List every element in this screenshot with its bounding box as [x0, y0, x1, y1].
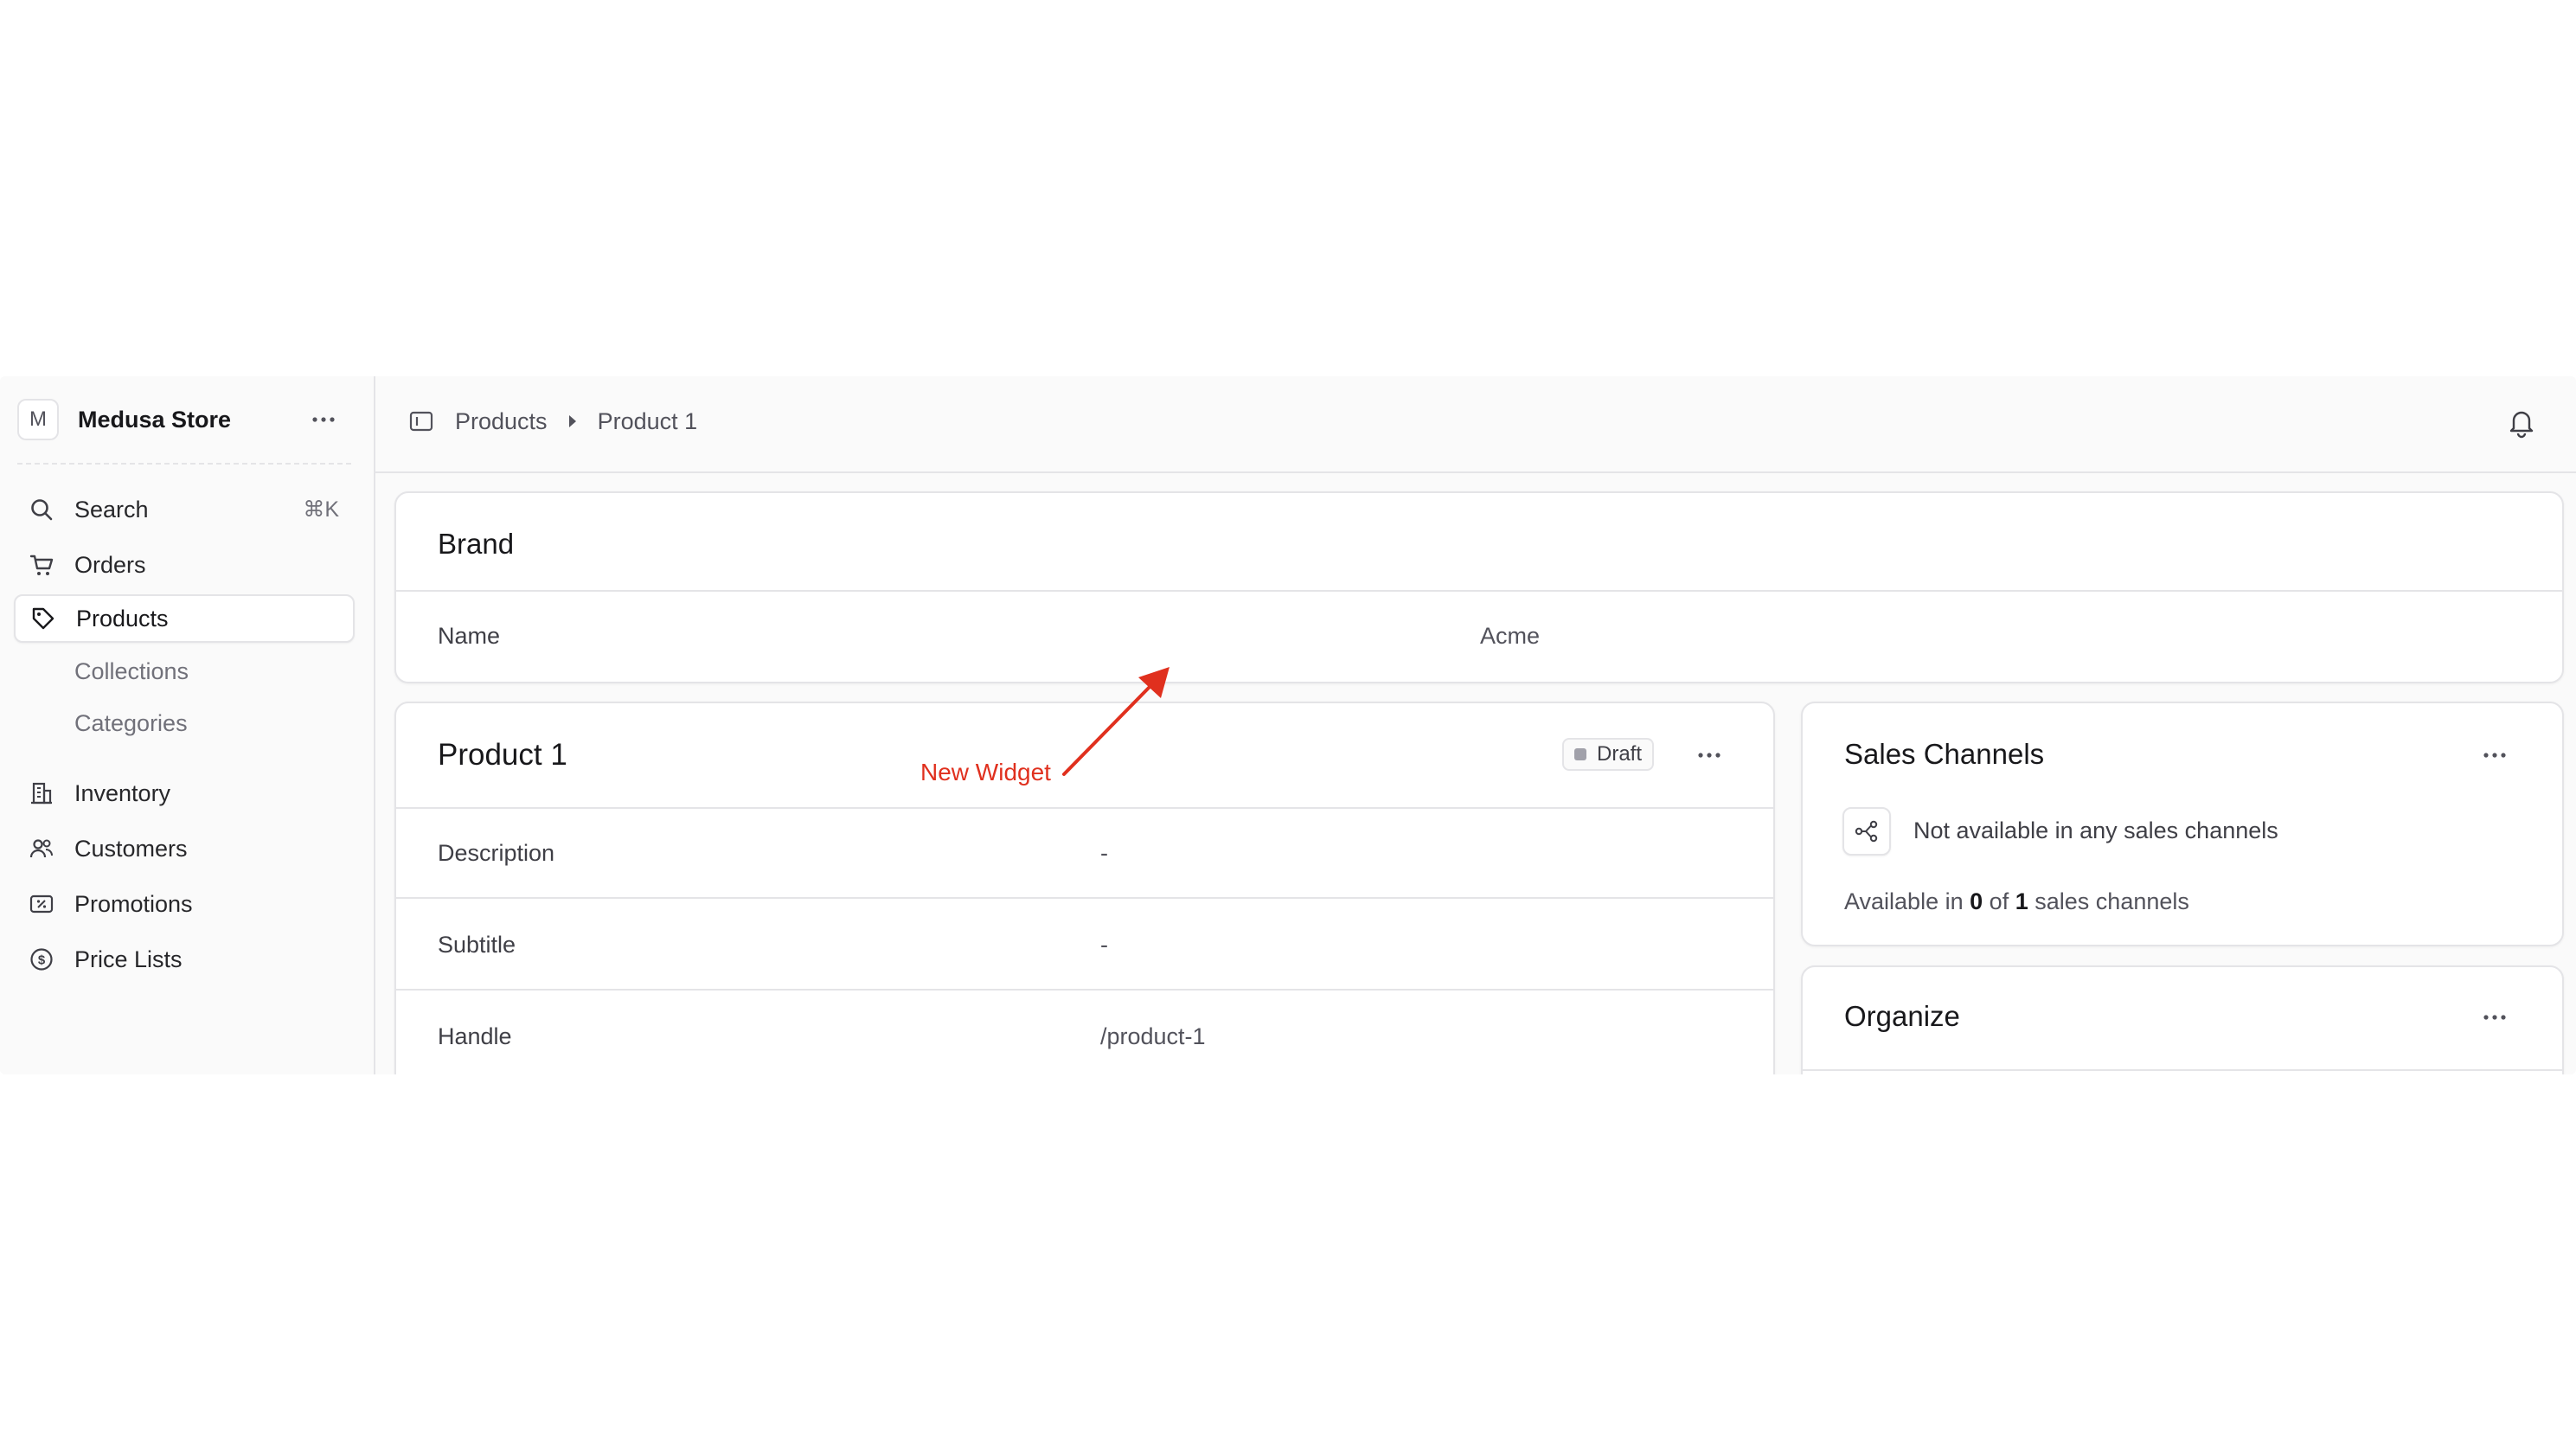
building-icon [28, 779, 55, 807]
organize-actions-button[interactable] [2477, 1000, 2512, 1035]
search-shortcut: ⌘K [303, 497, 339, 522]
sidebar-toggle-icon[interactable] [408, 407, 436, 435]
notifications-button[interactable] [2507, 407, 2536, 439]
sidebar-search[interactable]: Search ⌘K [14, 485, 355, 534]
brand-name-label: Name [438, 623, 501, 649]
admin-app: M Medusa Store Search ⌘K Orders Products [0, 376, 2576, 1074]
bell-icon [2509, 411, 2534, 439]
ellipsis-icon [2483, 753, 2506, 758]
search-icon [28, 496, 55, 523]
annotation-arrow-icon [1062, 667, 1169, 776]
brand-widget-card: Brand Name Acme [394, 491, 2564, 683]
store-switcher[interactable]: M Medusa Store [17, 397, 356, 442]
breadcrumb-current: Product 1 [597, 407, 698, 434]
ellipsis-icon [312, 417, 335, 422]
annotation-label: New Widget [920, 759, 1051, 785]
sidebar-subitem-categories[interactable]: Categories [74, 710, 188, 737]
ellipsis-icon [2483, 1015, 2506, 1020]
chevron-right-icon [567, 414, 579, 429]
sidebar-subitem-collections[interactable]: Collections [74, 658, 189, 685]
store-menu-button[interactable] [308, 404, 339, 435]
subtitle-value: - [1100, 932, 1108, 958]
search-label: Search [74, 496, 149, 523]
availability-count: 0 [1970, 888, 1983, 914]
availability-prefix: Available in [1844, 888, 1964, 914]
sidebar-item-orders[interactable]: Orders [14, 541, 355, 589]
availability-total: 1 [2015, 888, 2028, 914]
product-divider [396, 897, 1773, 899]
sales-channels-card: Sales Channels Not available in any sale… [1801, 702, 2564, 946]
sidebar-item-label: Price Lists [74, 946, 183, 972]
sidebar-item-customers[interactable]: Customers [14, 824, 355, 873]
brand-widget-divider [396, 590, 2562, 592]
product-title: Product 1 [438, 738, 567, 772]
store-avatar: M [17, 399, 59, 440]
status-badge: Draft [1562, 738, 1655, 771]
sidebar-item-price-lists[interactable]: $ Price Lists [14, 935, 355, 984]
sidebar-item-inventory[interactable]: Inventory [14, 769, 355, 817]
sales-channels-actions-button[interactable] [2477, 738, 2512, 773]
product-actions-button[interactable] [1692, 738, 1727, 773]
organize-card: Organize [1801, 965, 2564, 1074]
sales-channels-title: Sales Channels [1844, 738, 2045, 770]
sidebar-item-label: Products [76, 605, 169, 632]
tag-icon [29, 605, 57, 632]
status-badge-label: Draft [1597, 742, 1643, 766]
status-dot [1574, 748, 1586, 760]
availability-suffix: sales channels [2035, 888, 2189, 914]
description-label: Description [438, 840, 555, 866]
top-bar: Products Product 1 [375, 376, 2576, 473]
sidebar-divider [17, 463, 351, 465]
ellipsis-icon [1698, 753, 1721, 758]
breadcrumb: Products Product 1 [408, 407, 697, 435]
channels-icon [1842, 807, 1891, 856]
sidebar-item-label: Promotions [74, 890, 193, 917]
sidebar: M Medusa Store Search ⌘K Orders Products [0, 376, 375, 1074]
sales-channels-empty-text: Not available in any sales channels [1913, 817, 2278, 843]
sidebar-item-label: Inventory [74, 779, 171, 806]
receipt-percent-icon [28, 890, 55, 918]
sidebar-item-products[interactable]: Products [14, 594, 355, 643]
organize-title: Organize [1844, 1000, 1960, 1032]
cart-icon [28, 551, 55, 579]
sales-channels-availability: Available in 0 of 1 sales channels [1844, 888, 2189, 915]
organize-divider [1803, 1069, 2562, 1071]
product-divider [396, 989, 1773, 991]
currency-dollar-icon: $ [28, 946, 55, 973]
svg-text:$: $ [38, 953, 46, 968]
brand-widget-title: Brand [438, 528, 515, 560]
users-icon [28, 835, 55, 862]
subtitle-label: Subtitle [438, 932, 516, 958]
handle-value: /product-1 [1100, 1023, 1206, 1049]
product-divider [396, 807, 1773, 809]
store-name: Medusa Store [78, 406, 232, 433]
sidebar-item-promotions[interactable]: Promotions [14, 880, 355, 928]
breadcrumb-products[interactable]: Products [455, 408, 548, 435]
availability-of: of [1989, 888, 2009, 914]
handle-label: Handle [438, 1023, 512, 1049]
sidebar-item-label: Customers [74, 835, 188, 862]
sidebar-item-label: Orders [74, 551, 146, 578]
description-value: - [1100, 840, 1108, 866]
brand-name-value: Acme [1480, 623, 1541, 649]
